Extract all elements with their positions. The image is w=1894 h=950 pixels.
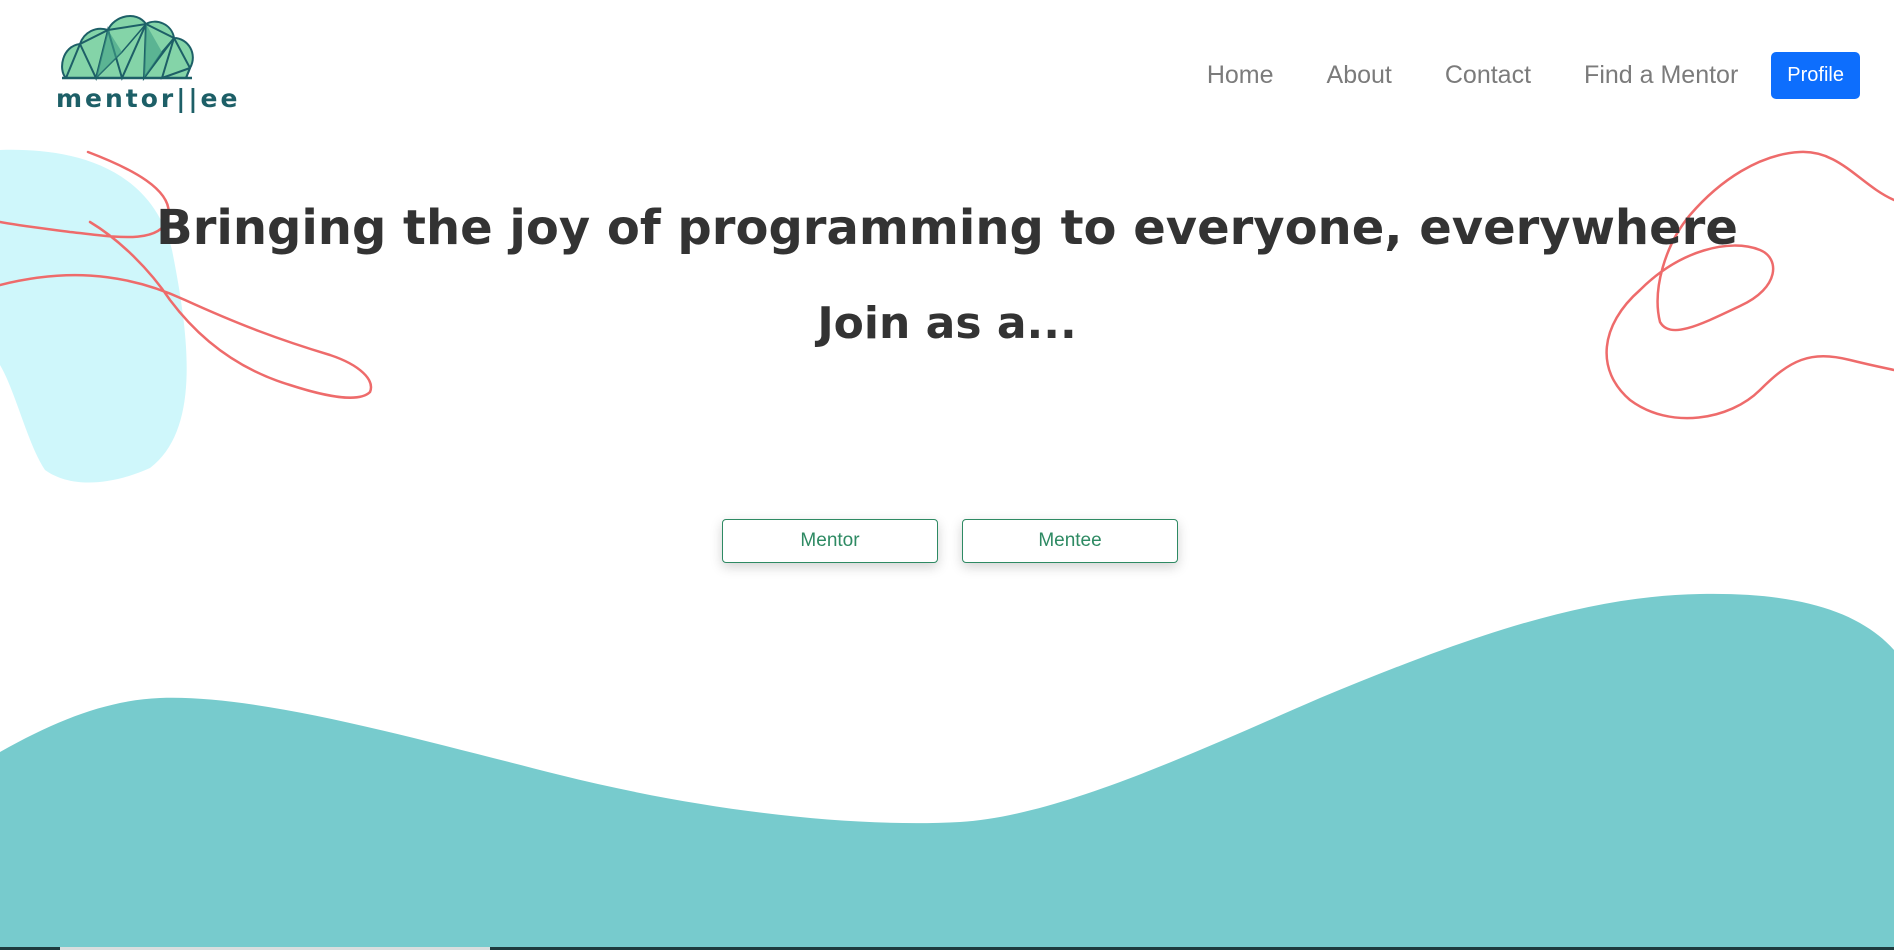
teal-wave-shape [0,593,1894,950]
squiggle-line-right [1605,150,1894,420]
nav-home-link[interactable]: Home [1207,61,1274,90]
logo-cloud-icon [61,15,194,82]
join-role-buttons: Mentor Mentee [722,519,1178,563]
nav-find-mentor-link[interactable]: Find a Mentor [1584,61,1738,90]
hero-headline: Bringing the joy of programming to every… [156,200,1738,256]
profile-button[interactable]: Profile [1771,52,1860,99]
brand-name: mentor||ee [56,84,241,113]
nav-about-link[interactable]: About [1327,61,1392,90]
join-heading: Join as a... [817,298,1077,349]
mentor-button[interactable]: Mentor [722,519,938,563]
top-navbar: mentor||ee Home About Contact Find a Men… [0,0,1894,150]
brand-logo[interactable]: mentor||ee [56,12,241,113]
mentee-button[interactable]: Mentee [962,519,1178,563]
nav-contact-link[interactable]: Contact [1445,61,1531,90]
main-nav: Home About Contact Find a Mentor Profile [1154,52,1860,99]
